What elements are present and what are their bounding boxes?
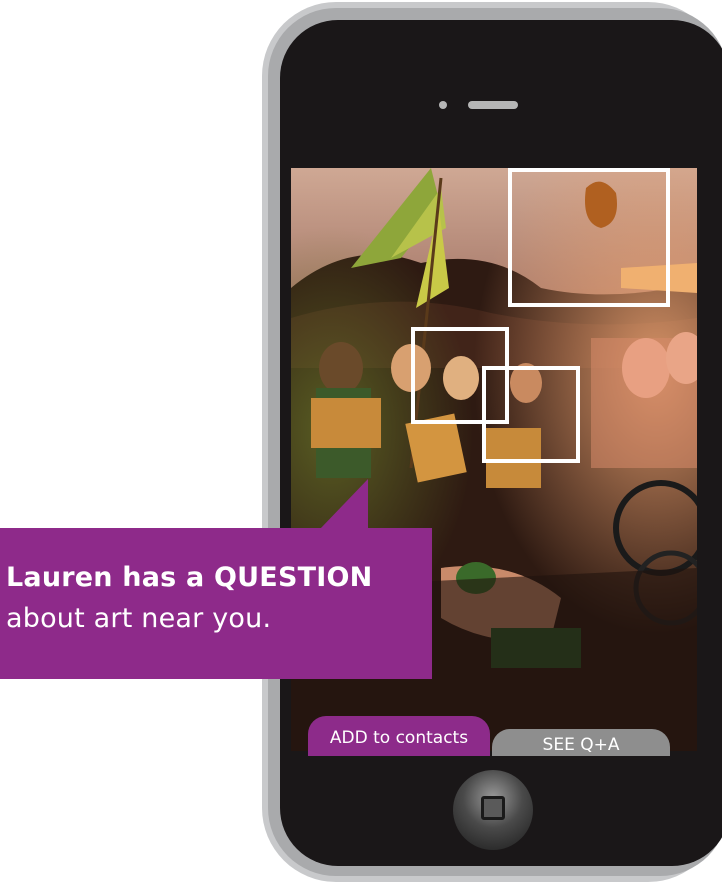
earpiece-speaker-icon — [468, 101, 518, 109]
detection-frame[interactable] — [508, 168, 670, 307]
front-camera-icon — [439, 101, 447, 109]
add-to-contacts-button[interactable]: ADD to contacts — [308, 716, 490, 756]
callout-tail — [320, 479, 368, 529]
home-button[interactable] — [453, 770, 533, 850]
see-qa-button[interactable]: SEE Q+A — [492, 729, 670, 756]
callout-headline: Lauren has a QUESTION — [6, 562, 373, 593]
detection-frame[interactable] — [482, 366, 580, 463]
callout-subline: about art near you. — [6, 603, 272, 634]
home-square-icon — [481, 796, 505, 820]
